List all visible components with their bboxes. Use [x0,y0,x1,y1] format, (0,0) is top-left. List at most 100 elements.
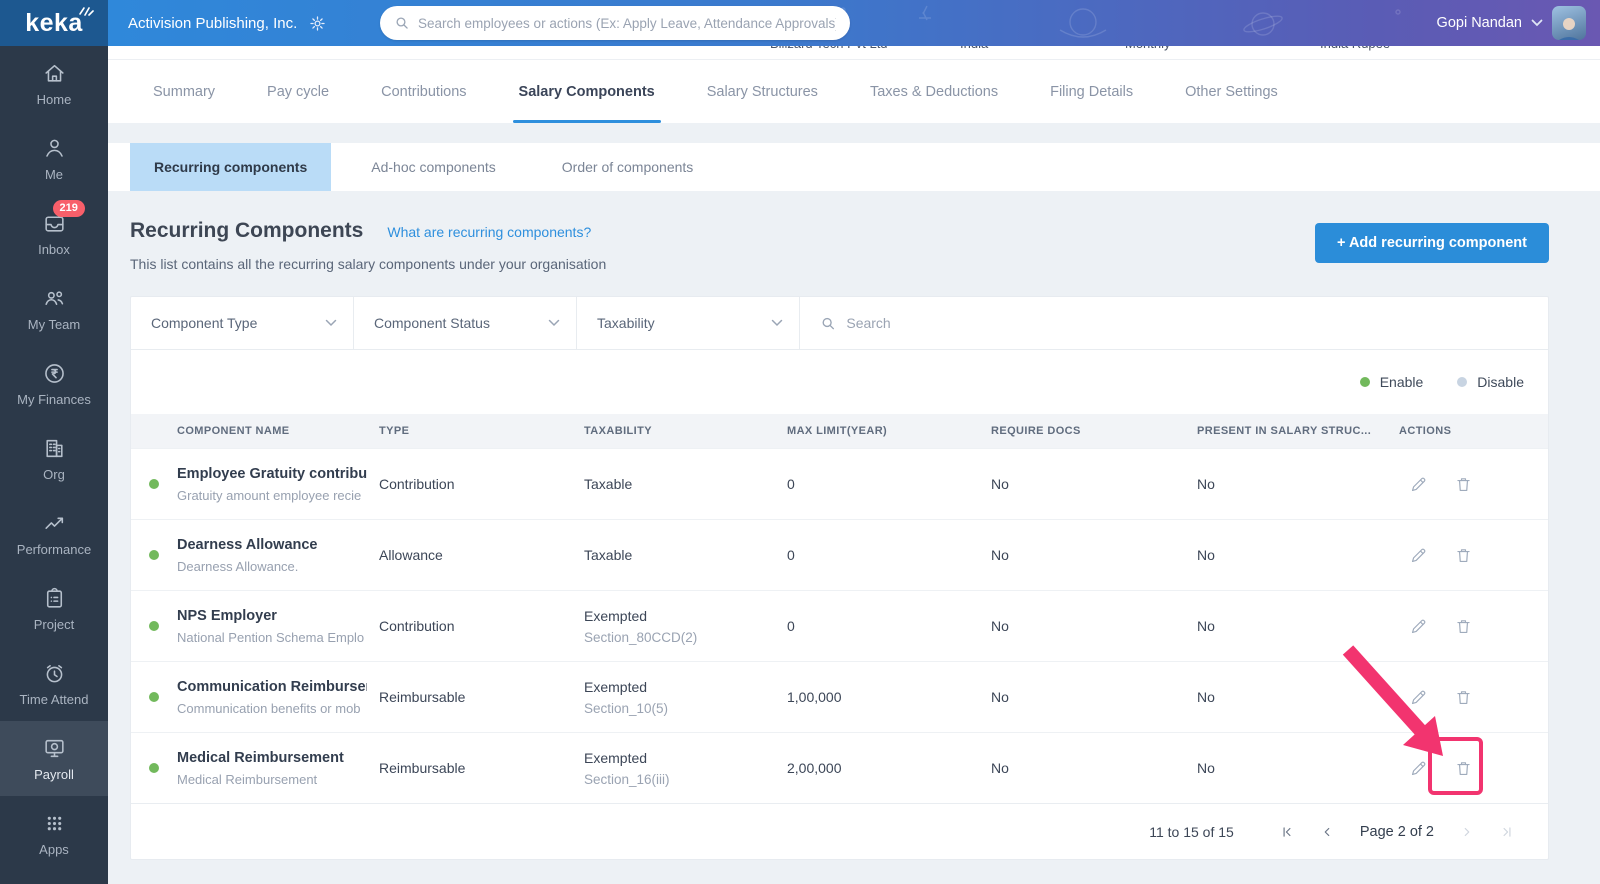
table-row: Dearness AllowanceDearness Allowance. Al… [131,519,1548,590]
present-in-structure: No [1197,547,1399,563]
tab-contributions[interactable]: Contributions [381,60,466,123]
col-require-docs: REQUIRE DOCS [991,425,1197,437]
component-type: Contribution [379,618,584,634]
global-search-input[interactable] [418,16,836,31]
delete-button[interactable] [1452,686,1475,709]
sidebar-item-payroll[interactable]: Payroll [0,721,108,796]
edit-button[interactable] [1407,615,1430,638]
search-icon [394,15,410,31]
sidebar-item-label: Performance [17,542,91,557]
payroll-monitor-icon [42,736,67,761]
status-dot [149,550,159,560]
subtab-adhoc-components[interactable]: Ad-hoc components [345,143,522,191]
sidebar-item-project[interactable]: Project [0,571,108,646]
chevron-down-icon [325,319,337,327]
table-search-input[interactable] [846,315,1528,331]
sidebar-item-apps[interactable]: Apps [0,796,108,871]
sidebar-item-inbox[interactable]: 219 Inbox [0,196,108,271]
sidebar-item-my-team[interactable]: My Team [0,271,108,346]
prev-page-button[interactable] [1316,821,1338,843]
tab-pay-cycle[interactable]: Pay cycle [267,60,329,123]
component-type-dropdown[interactable]: Component Type [131,297,354,349]
inbox-badge: 219 [53,200,85,217]
page-title: Recurring Components [130,219,363,243]
taxability-dropdown[interactable]: Taxability [577,297,800,349]
taxability: Taxable [584,476,787,492]
table-search[interactable] [800,297,1548,349]
subtab-recurring-components[interactable]: Recurring components [130,143,331,191]
chevron-down-icon [1531,19,1543,27]
edit-button[interactable] [1407,544,1430,567]
home-icon [42,61,67,86]
what-are-recurring-components-link[interactable]: What are recurring components? [387,224,591,240]
col-type: TYPE [379,425,584,437]
sidebar-item-label: Time Attend [20,692,89,707]
component-name: Employee Gratuity contributio [177,466,367,482]
next-page-button[interactable] [1456,821,1478,843]
component-name: Medical Reimbursement [177,750,367,766]
status-dot [149,479,159,489]
sidebar-item-home[interactable]: Home [0,46,108,121]
first-page-button[interactable] [1276,821,1298,843]
avatar[interactable] [1552,6,1586,40]
person-icon [42,136,67,161]
subtab-order-of-components[interactable]: Order of components [536,143,720,191]
taxability: Taxable [584,547,787,563]
delete-button-highlighted[interactable] [1452,757,1475,780]
delete-button[interactable] [1452,615,1475,638]
sidebar-item-label: Apps [39,842,69,857]
component-desc: Dearness Allowance. [177,559,367,574]
chevron-left-icon [1320,825,1334,839]
taxability-label: Taxability [597,315,655,331]
edit-button[interactable] [1407,757,1430,780]
trash-icon [1454,688,1473,707]
add-recurring-component-button[interactable]: + Add recurring component [1315,223,1549,263]
table-row: Employee Gratuity contributio Gratuity am… [131,448,1548,519]
delete-button[interactable] [1452,544,1475,567]
col-component-name: COMPONENT NAME [177,425,379,437]
pagination-page-label: Page 2 of 2 [1360,824,1434,840]
tax-section: Section_10(5) [584,701,787,716]
component-status-dropdown[interactable]: Component Status [354,297,577,349]
delete-button[interactable] [1452,473,1475,496]
sidebar-item-label: Org [43,467,65,482]
header-bar: Activision Publishing, Inc. Gopi Nandan [108,0,1600,46]
tab-summary[interactable]: Summary [153,60,215,123]
chevron-down-icon [771,319,783,327]
max-limit: 1,00,000 [787,689,991,705]
max-limit: 0 [787,547,991,563]
sidebar-item-label: Inbox [38,242,70,257]
last-page-button[interactable] [1496,821,1518,843]
keka-logo[interactable]: keka [0,0,108,46]
sidebar-item-time-attend[interactable]: Time Attend [0,646,108,721]
top-header: keka Activision Publishing, Inc. [0,0,1600,46]
sidebar-item-performance[interactable]: Performance [0,496,108,571]
sidebar-item-label: My Team [28,317,81,332]
tab-taxes-deductions[interactable]: Taxes & Deductions [870,60,998,123]
user-menu[interactable]: Gopi Nandan [1437,0,1586,46]
tax-section: Section_80CCD(2) [584,630,787,645]
clipped-text: India Rupee [1320,46,1390,51]
tab-salary-components[interactable]: Salary Components [519,60,655,123]
tab-other-settings[interactable]: Other Settings [1185,60,1278,123]
tab-filing-details[interactable]: Filing Details [1050,60,1133,123]
component-type: Allowance [379,547,584,563]
search-icon [820,315,836,332]
tab-salary-structures[interactable]: Salary Structures [707,60,818,123]
sidebar-item-label: Me [45,167,63,182]
max-limit: 2,00,000 [787,760,991,776]
component-status-label: Component Status [374,315,490,331]
sidebar-item-label: My Finances [17,392,91,407]
sidebar-item-my-finances[interactable]: My Finances [0,346,108,421]
global-search[interactable] [380,6,850,40]
payroll-settings-tabs: Summary Pay cycle Contributions Salary C… [108,60,1600,123]
logo-spark-icon [78,4,94,16]
trash-icon [1454,617,1473,636]
component-desc: Gratuity amount employee recie [177,488,367,503]
sidebar-item-org[interactable]: Org [0,421,108,496]
edit-button[interactable] [1407,473,1430,496]
clipped-text: Billzard Tech Pvt Ltd [770,46,888,51]
sidebar-item-me[interactable]: Me [0,121,108,196]
gear-icon[interactable] [309,15,326,32]
edit-button[interactable] [1407,686,1430,709]
